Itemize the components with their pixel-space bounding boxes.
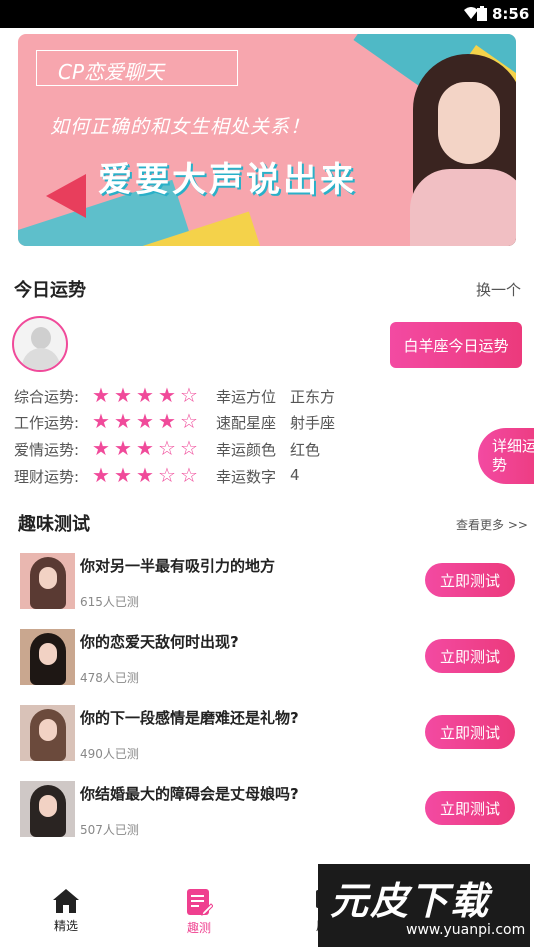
star-empty-icon: ☆ [180,436,198,460]
detail-fortune-button[interactable]: 详细运势 [478,428,534,484]
banner-tag: CP恋爱聊天 [58,60,165,84]
test-count: 615人已测 [80,595,139,609]
lucky-key: 幸运数字 [216,468,277,486]
start-test-button[interactable]: 立即测试 [425,639,515,673]
star-filled-icon: ★ [136,463,154,487]
star-filled-icon: ★ [136,383,154,407]
banner-subtitle: 如何正确的和女生相处关系！ [50,116,311,138]
star-filled-icon: ★ [114,383,132,407]
test-question: 你的恋爱天敌何时出现? [80,633,239,651]
test-count: 490人已测 [80,747,139,761]
view-more-link[interactable]: 查看更多 >> [456,516,528,533]
megaphone-icon [46,174,86,218]
avatar-head [31,327,51,349]
fortune-label: 理财运势: [14,468,80,486]
star-filled-icon: ★ [114,463,132,487]
battery-icon [477,6,487,21]
lucky-value: 正东方 [290,388,336,406]
star-filled-icon: ★ [92,436,110,460]
test-item[interactable]: 你对另一半最有吸引力的地方 615人已测 立即测试 [20,553,520,613]
test-thumbnail [20,705,75,761]
zodiac-avatar [12,316,68,372]
test-question: 你的下一段感情是磨难还是礼物? [80,709,299,727]
star-filled-icon: ★ [158,409,176,433]
banner-model-face [438,82,500,164]
zodiac-fortune-button[interactable]: 白羊座今日运势 [390,322,522,368]
star-filled-icon: ★ [92,383,110,407]
lucky-value: 红色 [290,441,321,459]
star-filled-icon: ★ [136,436,154,460]
test-thumbnail [20,553,75,609]
avatar-body [22,348,60,370]
lucky-value: 4 [290,466,300,484]
start-test-button[interactable]: 立即测试 [425,791,515,825]
banner-headline: 爱要大声说出来 [98,160,357,200]
rating-stars: ★ ★ ★ ★ ☆ [92,384,202,406]
fortune-label: 工作运势: [14,414,80,432]
promo-banner[interactable]: CP恋爱聊天 如何正确的和女生相处关系！ 爱要大声说出来 [18,34,516,246]
wifi-icon [464,7,478,19]
fortune-label: 综合运势: [14,388,80,406]
tab-label: 趣测 [186,921,211,935]
tab-label: 精选 [53,919,78,933]
start-test-button[interactable]: 立即测试 [425,715,515,749]
star-filled-icon: ★ [114,409,132,433]
quiz-icon [187,889,213,916]
watermark: 元皮下载 www.yuanpi.com [318,864,530,947]
lucky-key: 幸运颜色 [216,441,277,459]
test-item[interactable]: 你的恋爱天敌何时出现? 478人已测 立即测试 [20,629,520,689]
test-item[interactable]: 你的下一段感情是磨难还是礼物? 490人已测 立即测试 [20,705,520,765]
test-question: 你对另一半最有吸引力的地方 [80,557,276,575]
test-count: 507人已测 [80,823,139,837]
rating-stars: ★ ★ ★ ☆ ☆ [92,464,202,486]
banner-pager [256,234,300,246]
tab-featured[interactable]: 精选 [31,888,101,934]
switch-link[interactable]: 换一个 [476,279,521,300]
star-empty-icon: ☆ [180,383,198,407]
star-filled-icon: ★ [114,436,132,460]
test-count: 478人已测 [80,671,139,685]
start-test-button[interactable]: 立即测试 [425,563,515,597]
rating-stars: ★ ★ ★ ☆ ☆ [92,437,202,459]
status-bar: 8:56 [0,0,534,28]
tab-quiz[interactable]: 趣测 [164,888,234,936]
star-filled-icon: ★ [92,409,110,433]
fun-tests-title: 趣味测试 [18,514,90,535]
star-filled-icon: ★ [92,463,110,487]
star-empty-icon: ☆ [180,463,198,487]
test-thumbnail [20,781,75,837]
star-empty-icon: ☆ [158,463,176,487]
today-fortune-title: 今日运势 [14,280,86,301]
home-icon [53,889,79,913]
lucky-key: 速配星座 [216,414,277,432]
test-item[interactable]: 你结婚最大的障碍会是丈母娘吗? 507人已测 立即测试 [20,781,520,841]
lucky-value: 射手座 [290,414,336,432]
star-filled-icon: ★ [158,383,176,407]
rating-stars: ★ ★ ★ ★ ☆ [92,410,202,432]
test-question: 你结婚最大的障碍会是丈母娘吗? [80,785,299,803]
star-empty-icon: ☆ [158,436,176,460]
lucky-key: 幸运方位 [216,388,277,406]
star-filled-icon: ★ [136,409,154,433]
star-empty-icon: ☆ [180,409,198,433]
banner-model-body [410,169,516,246]
fortune-label: 爱情运势: [14,441,80,459]
clock: 8:56 [492,5,530,23]
watermark-logo: 元皮下载 [330,879,491,923]
test-thumbnail [20,629,75,685]
watermark-url: www.yuanpi.com [406,922,526,938]
